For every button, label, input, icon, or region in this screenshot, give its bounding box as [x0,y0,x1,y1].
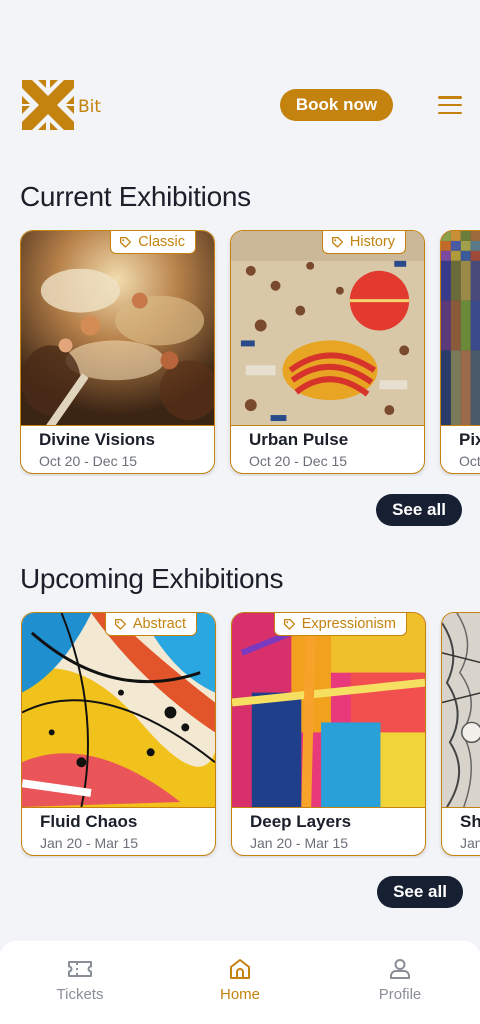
nav-label: Home [219,986,260,1003]
person-icon [390,959,410,979]
card-date: Oct 20 - Dec 15 [39,453,138,469]
category-tag: Classic [110,231,196,254]
card-date: Oct [459,453,480,469]
category-tag: History [321,231,406,254]
exhibition-image [22,613,215,808]
tag-icon [283,618,295,630]
card-title: Sh [460,812,480,831]
logo[interactable]: Bit [20,78,101,132]
ticket-icon [68,961,92,977]
exhibition-card[interactable]: Classic Divine Visions Oct 20 - Dec 15 [20,230,215,474]
header: Bit Book now [20,78,462,132]
current-exhibitions-title: Current Exhibitions [20,181,251,212]
menu-icon[interactable] [438,96,462,114]
current-exhibitions-carousel[interactable]: Classic Divine Visions Oct 20 - Dec 15 H… [20,230,480,476]
home-icon [230,959,250,979]
exhibition-card[interactable]: Pix Oct [440,230,480,474]
exhibition-image [441,231,480,426]
see-all-current-button[interactable]: See all [376,494,462,526]
nav-item-tickets[interactable]: Tickets [0,941,160,1024]
tag-icon [331,236,343,248]
nav-item-profile[interactable]: Profile [320,941,480,1024]
bottom-nav: Tickets Home Profile [0,941,480,1024]
category-tag: Abstract [104,613,197,636]
upcoming-exhibitions-title: Upcoming Exhibitions [20,563,284,594]
exhibition-image [442,613,480,808]
book-now-button[interactable]: Book now [280,89,393,121]
card-title: Divine Visions [39,430,155,449]
card-title: Urban Pulse [249,430,349,449]
card-date: Oct 20 - Dec 15 [249,453,348,469]
exhibition-card[interactable]: Expressionism Deep Layers Jan 20 - Mar 1… [231,612,426,856]
upcoming-exhibitions-carousel[interactable]: Abstract Fluid Chaos Jan 20 - Mar 15 Exp… [21,612,480,858]
exhibition-image [231,231,424,426]
card-title: Fluid Chaos [40,812,138,831]
tag-icon [114,618,126,630]
exhibition-card[interactable]: History Urban Pulse Oct 20 - Dec 15 [230,230,425,474]
logo-mark-icon [22,80,74,130]
exhibition-image [232,613,425,808]
see-all-upcoming-button[interactable]: See all [377,876,463,908]
card-date: Jan 20 - Mar 15 [250,835,349,851]
card-date: Jan 20 - Mar 15 [40,835,139,851]
nav-item-home[interactable]: Home [160,941,320,1024]
nav-label: Profile [378,986,422,1003]
category-tag: Expressionism [273,613,407,636]
logo-text: Bit [78,96,102,117]
nav-label: Tickets [56,986,104,1003]
card-title: Deep Layers [250,812,352,831]
exhibition-card[interactable]: Sh Jan [441,612,480,856]
exhibition-card[interactable]: Abstract Fluid Chaos Jan 20 - Mar 15 [21,612,216,856]
exhibition-image [21,231,214,426]
card-title: Pix [459,430,480,449]
tag-icon [120,236,132,248]
card-date: Jan [460,835,480,851]
